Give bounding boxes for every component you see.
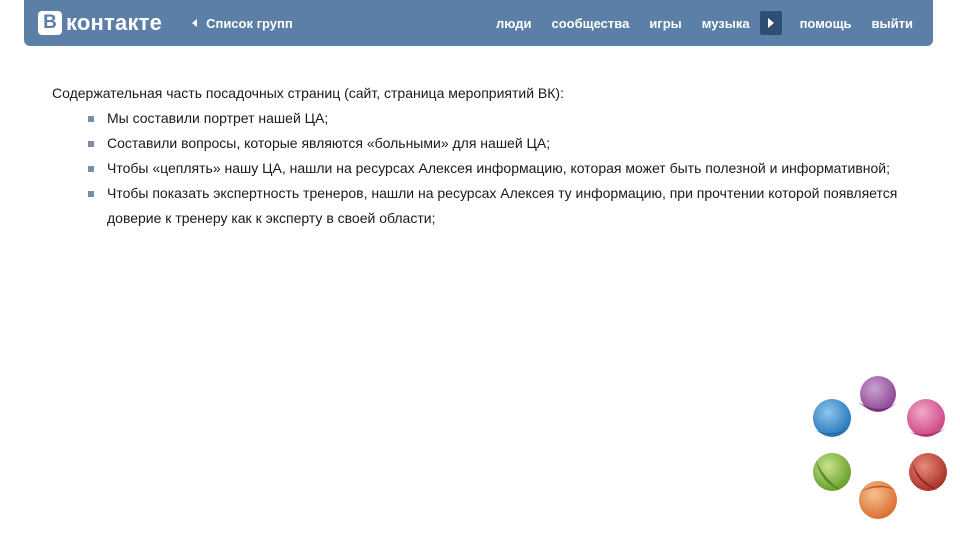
square-bullet-icon [88, 141, 94, 147]
nav-more-button[interactable] [759, 11, 782, 35]
list-item: Чтобы «цеплять» нашу ЦА, нашли на ресурс… [52, 156, 912, 181]
nav-communities[interactable]: сообщества [551, 16, 629, 31]
square-bullet-icon [88, 166, 94, 172]
back-link-label: Список групп [206, 15, 293, 31]
slide: B контакте Список групп люди сообщества … [0, 0, 960, 540]
arrow-left-icon [192, 19, 198, 27]
list-item: Мы составили портрет нашей ЦА; [52, 106, 912, 131]
arrow-right-icon [767, 18, 774, 28]
nav-music[interactable]: музыка [702, 16, 750, 31]
list-item: Составили вопросы, которые являются «бол… [52, 131, 912, 156]
vk-logo[interactable]: B контакте [38, 10, 162, 36]
list-item-text: Чтобы «цеплять» нашу ЦА, нашли на ресурс… [107, 160, 890, 176]
list-item-text: Чтобы показать экспертность тренеров, на… [107, 185, 898, 226]
pink-circle [907, 399, 945, 437]
list-item-text: Составили вопросы, которые являются «бол… [107, 135, 551, 151]
square-bullet-icon [88, 191, 94, 197]
top-nav: люди сообщества игры музыка помощь выйти [496, 11, 913, 35]
square-bullet-icon [88, 116, 94, 122]
list-item-text: Мы составили портрет нашей ЦА; [107, 110, 329, 126]
vk-logo-text: контакте [66, 10, 163, 35]
nav-people[interactable]: люди [496, 16, 531, 31]
vk-logo-icon: B [38, 11, 62, 35]
content-area: Содержательная часть посадочных страниц … [52, 82, 912, 231]
back-to-groups-link[interactable]: Список групп [192, 16, 293, 31]
colored-circles-logo-icon [813, 376, 947, 519]
vk-header-bar: B контакте Список групп люди сообщества … [24, 0, 933, 46]
blue-circle [813, 399, 851, 437]
intro-text: Содержательная часть посадочных страниц … [52, 85, 564, 101]
bullet-list: Мы составили портрет нашей ЦА; Составили… [52, 106, 912, 231]
nav-logout[interactable]: выйти [872, 16, 913, 31]
nav-help[interactable]: помощь [800, 16, 852, 31]
list-item: Чтобы показать экспертность тренеров, на… [52, 181, 912, 231]
nav-games[interactable]: игры [649, 16, 681, 31]
